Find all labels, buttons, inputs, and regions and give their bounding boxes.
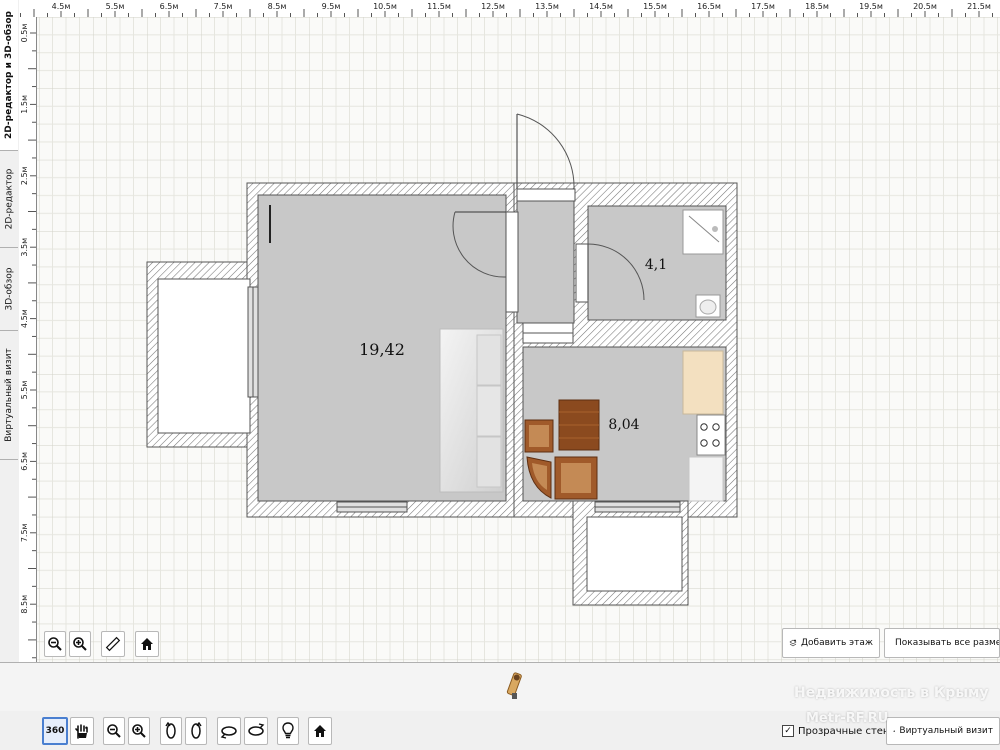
ruler-top-label: 20.5м xyxy=(913,2,937,11)
add-floor-button[interactable]: Добавить этаж xyxy=(782,628,880,658)
zoom-out-button[interactable] xyxy=(44,631,66,657)
zoom-out-icon xyxy=(48,637,62,651)
hand-icon xyxy=(75,724,88,739)
ruler-left-label: 5.5м xyxy=(20,381,29,400)
ruler-top-label: 9.5м xyxy=(322,2,341,11)
plan-canvas[interactable]: 19,42 4,1 8,04 xyxy=(37,17,1000,662)
ruler-top-label: 10.5м xyxy=(373,2,397,11)
ruler-left-label: 4.5м xyxy=(20,309,29,328)
zoom-in-icon xyxy=(132,724,146,738)
room-hall[interactable] xyxy=(516,200,575,324)
tilt-down-icon xyxy=(248,723,265,736)
rotate-left-icon xyxy=(165,722,176,739)
ruler-left-label: 2.5м xyxy=(20,166,29,185)
toilet[interactable] xyxy=(695,294,721,318)
balcony-left[interactable] xyxy=(157,278,251,434)
tilt-up-icon xyxy=(220,726,237,739)
mode-360-label: 360 xyxy=(45,726,65,736)
pan-button[interactable] xyxy=(70,717,94,745)
ruler-top-label: 12.5м xyxy=(481,2,505,11)
ruler-top: 4.5м 5.5м 6.5м 7.5м 8.5м 9.5м 10.5м 11.5м 12.5м 1… xyxy=(19,0,1000,18)
tab-3d-view[interactable]: 3D-обзор xyxy=(0,248,18,331)
home-icon xyxy=(141,638,153,650)
measure-button[interactable] xyxy=(101,631,125,657)
rotate-right-icon xyxy=(191,722,202,739)
tilt-down-button[interactable] xyxy=(244,717,268,745)
home-view-button[interactable] xyxy=(135,631,159,657)
balcony-bottom[interactable] xyxy=(586,516,683,592)
ruler-left: 0.5м 1.5м 2.5м 3.5м 4.5м 5.5м 6.5м 7.5м 8.5м xyxy=(19,17,37,662)
ruler-top-label: 16.5м xyxy=(697,2,721,11)
ruler-top-label: 21.5м xyxy=(967,2,991,11)
ruler-top-label: 5.5м xyxy=(106,2,125,11)
ruler-top-label: 18.5м xyxy=(805,2,829,11)
home-icon xyxy=(314,725,326,737)
ruler-top-label: 4.5м xyxy=(52,2,71,11)
room-bath-area: 4,1 xyxy=(645,257,667,273)
light-bulb-icon xyxy=(282,722,294,739)
tab-2d-editor-3d-view[interactable]: 2D-редактор и 3D-обзор xyxy=(0,0,18,151)
virtual-visit-icon xyxy=(893,730,895,733)
add-floor-icon xyxy=(789,639,797,647)
tab-2d-editor[interactable]: 2D-редактор xyxy=(0,151,18,248)
ruler-left-label: 3.5м xyxy=(20,238,29,257)
zoom-in-button[interactable] xyxy=(69,631,91,657)
show-all-sizes-button[interactable]: Показывать все размеры xyxy=(884,628,1000,658)
zoom-in-3d-button[interactable] xyxy=(128,717,150,745)
rotate-right-button[interactable] xyxy=(185,717,207,745)
tilt-up-button[interactable] xyxy=(217,717,241,745)
virtual-visit-button[interactable]: Виртуальный визит xyxy=(886,717,1000,745)
room-living-area: 19,42 xyxy=(359,340,405,359)
ruler-left-label: 6.5м xyxy=(20,452,29,471)
fridge[interactable] xyxy=(688,456,724,502)
sofa[interactable] xyxy=(439,328,504,493)
ruler-left-ticks: 0.5м 1.5м 2.5м 3.5м 4.5м 5.5м 6.5м 7.5м 8.5м xyxy=(20,24,36,659)
ruler-top-ticks: 4.5м 5.5м 6.5м 7.5м 8.5м 9.5м 10.5м 11.5м 12.5м 1… xyxy=(20,2,993,17)
floor-plan[interactable]: 19,42 4,1 8,04 xyxy=(37,17,1000,662)
ruler-top-label: 15.5м xyxy=(643,2,667,11)
ruler-top-label: 11.5м xyxy=(427,2,451,11)
watermark-line1: Недвижимость в Крыму xyxy=(794,685,989,701)
ruler-top-label: 17.5м xyxy=(751,2,775,11)
ruler-left-label: 7.5м xyxy=(20,523,29,542)
ruler-icon xyxy=(105,636,121,652)
ruler-top-label: 13.5м xyxy=(535,2,559,11)
ruler-top-label: 14.5м xyxy=(589,2,613,11)
mode-360-button[interactable]: 360 xyxy=(42,717,68,745)
ruler-left-label: 0.5м xyxy=(20,24,29,43)
transparent-walls-checkbox[interactable]: ✓ Прозрачные стены xyxy=(782,725,897,737)
kitchen-counter[interactable] xyxy=(682,350,724,415)
ruler-top-label: 8.5м xyxy=(268,2,287,11)
watermark-line2: Metr-RF.RU xyxy=(806,711,889,726)
shower[interactable] xyxy=(682,209,724,255)
room-kitchen-area: 8,04 xyxy=(608,417,639,433)
lighting-button[interactable] xyxy=(277,717,299,745)
stove[interactable] xyxy=(696,414,726,456)
zoom-in-icon xyxy=(73,637,87,651)
view-mode-tabs: 2D-редактор и 3D-обзор 2D-редактор 3D-об… xyxy=(0,0,20,662)
home-view-3d-button[interactable] xyxy=(308,717,332,745)
checkmark-icon: ✓ xyxy=(782,725,794,737)
ruler-left-label: 8.5м xyxy=(20,595,29,614)
ruler-top-label: 7.5м xyxy=(214,2,233,11)
tab-virtual-visit[interactable]: Виртуальный визит xyxy=(0,331,18,460)
ruler-left-label: 1.5м xyxy=(20,95,29,114)
radiator xyxy=(269,205,271,243)
zoom-out-3d-button[interactable] xyxy=(103,717,125,745)
zoom-out-icon xyxy=(107,724,121,738)
3d-view-panel[interactable]: Недвижимость в Крыму xyxy=(0,662,1000,712)
ruler-top-label: 19.5м xyxy=(859,2,883,11)
ruler-top-label: 6.5м xyxy=(160,2,179,11)
visitor-figure-icon[interactable] xyxy=(506,671,522,701)
rotate-left-button[interactable] xyxy=(160,717,182,745)
